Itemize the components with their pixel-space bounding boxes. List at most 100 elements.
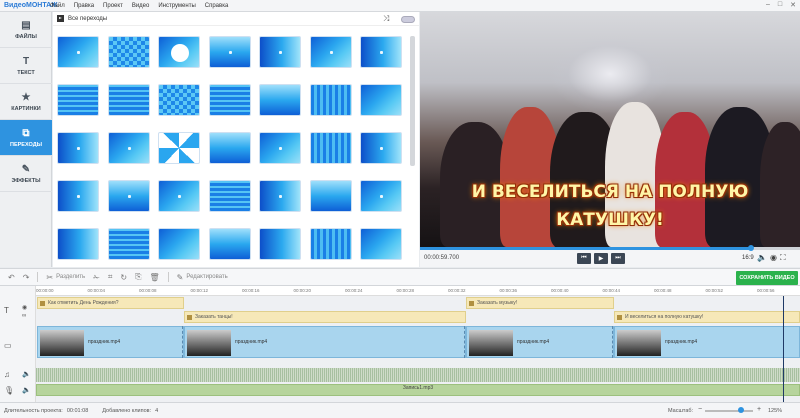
save-video-button[interactable]: СОХРАНИТЬ ВИДЕО <box>736 271 798 285</box>
transition-thumb[interactable] <box>360 228 402 260</box>
video-clip[interactable]: праздник.mp4 <box>466 326 614 358</box>
transition-marker[interactable] <box>464 326 474 358</box>
undo-icon[interactable]: ↶ <box>8 273 15 282</box>
transition-thumb[interactable] <box>259 228 301 260</box>
redo-icon[interactable]: ↷ <box>23 273 30 282</box>
shuffle-icon[interactable]: ⤨ <box>383 14 389 24</box>
transition-thumb[interactable] <box>208 180 251 212</box>
previous-button[interactable]: ⏮ <box>577 253 591 264</box>
category-play-icon[interactable] <box>57 15 64 22</box>
view-toggle[interactable] <box>401 16 415 23</box>
transition-thumb[interactable] <box>208 132 251 164</box>
sidebar-item-pictures[interactable]: ★ КАРТИНКИ <box>0 84 52 120</box>
next-button[interactable]: ⏭ <box>611 253 625 264</box>
volume-icon[interactable]: 🔈 <box>757 253 767 263</box>
fullscreen-icon[interactable]: ⛶ <box>780 253 786 263</box>
transition-thumb[interactable] <box>360 84 402 116</box>
player-controls: 00:00:59.700 ⏮ ▶ ⏭ 16:9 🔈 ◉ ⛶ <box>420 245 800 267</box>
transition-thumb[interactable] <box>107 228 150 260</box>
transition-thumb[interactable] <box>360 36 402 68</box>
transition-thumb[interactable] <box>158 228 200 260</box>
transition-thumb[interactable] <box>57 180 99 212</box>
panel-header: Все переходы <box>53 12 419 26</box>
zoom-slider-handle[interactable] <box>738 407 744 413</box>
menu-video[interactable]: Видео <box>132 3 150 9</box>
transition-thumb[interactable] <box>309 36 352 68</box>
status-bar: Длительность проекта: 00:01:08 Добавлено… <box>0 402 800 418</box>
cut-icon[interactable]: ✁ <box>93 273 100 282</box>
maximize-icon[interactable]: □ <box>778 1 782 9</box>
copy-icon[interactable]: ⎘ <box>135 272 141 282</box>
sidebar-item-files[interactable]: ▤ ФАЙЛЫ <box>0 12 52 48</box>
panel-scrollbar[interactable] <box>410 36 415 166</box>
transition-thumb[interactable] <box>158 84 200 116</box>
edit-button[interactable]: Редактировать <box>186 274 227 280</box>
title-clip[interactable]: Как отметить День Рождения? <box>37 297 184 309</box>
zoom-out-icon[interactable]: − <box>698 406 702 413</box>
transition-thumb[interactable] <box>57 36 99 68</box>
transition-marker[interactable] <box>182 326 192 358</box>
menu-edit[interactable]: Правка <box>74 3 94 9</box>
title-clip[interactable]: Заказать музыку! <box>466 297 614 309</box>
timeline-ruler[interactable]: 00:00:00 00:00:04 00:00:08 00:00:12 00:00:16… <box>36 286 800 296</box>
sidebar-item-transitions[interactable]: ⧉ ПЕРЕХОДЫ <box>0 120 52 156</box>
playback-progress[interactable] <box>420 245 800 251</box>
video-clip[interactable]: праздник.mp4 <box>184 326 466 358</box>
menu-file[interactable]: Файл <box>50 3 65 9</box>
transition-thumb[interactable] <box>107 84 150 116</box>
rotate-icon[interactable]: ↻ <box>120 273 127 282</box>
transition-thumb[interactable] <box>158 180 200 212</box>
title-clip[interactable]: И веселиться на полную катушку! <box>614 311 800 323</box>
menu-help[interactable]: Справка <box>205 3 229 9</box>
playhead[interactable] <box>783 296 784 402</box>
transition-thumb[interactable] <box>259 36 301 68</box>
transition-thumb[interactable] <box>107 132 150 164</box>
transition-thumb[interactable] <box>107 36 150 68</box>
link-icon[interactable]: ∞ <box>22 313 26 319</box>
transition-thumb[interactable] <box>259 132 301 164</box>
sidebar-item-text[interactable]: T ТЕКСТ <box>0 48 52 84</box>
close-icon[interactable]: ✕ <box>790 1 796 9</box>
zoom-slider[interactable] <box>705 410 753 412</box>
transition-marker[interactable] <box>612 326 622 358</box>
snapshot-icon[interactable]: ◉ <box>770 253 777 263</box>
transition-thumb[interactable] <box>208 228 251 260</box>
track-volume-icon[interactable]: 🔈 <box>22 386 31 394</box>
edit-icon[interactable]: ✎ <box>177 273 184 282</box>
video-clip[interactable]: праздник.mp4 <box>37 326 184 358</box>
transition-thumb[interactable] <box>309 84 352 116</box>
split-icon[interactable]: ✂ <box>46 273 53 282</box>
delete-icon[interactable]: 🗑 <box>150 273 160 282</box>
play-button[interactable]: ▶ <box>594 253 608 264</box>
sidebar-item-effects[interactable]: ✎ ЭФФЕКТЫ <box>0 156 52 192</box>
transition-thumb[interactable] <box>259 84 301 116</box>
progress-handle[interactable] <box>747 245 754 251</box>
transition-thumb[interactable] <box>158 36 200 68</box>
transition-thumb[interactable] <box>57 228 99 260</box>
transition-thumb[interactable] <box>208 36 251 68</box>
crop-icon[interactable]: ⌗ <box>108 272 113 282</box>
transition-thumb[interactable] <box>57 84 99 116</box>
menu-project[interactable]: Проект <box>103 3 123 9</box>
transition-thumb[interactable] <box>309 228 352 260</box>
video-audio-track[interactable] <box>36 368 800 382</box>
transition-thumb[interactable] <box>360 132 402 164</box>
minimize-icon[interactable]: – <box>766 1 770 9</box>
visibility-icon[interactable]: ◉ <box>22 304 27 311</box>
transition-thumb[interactable] <box>309 180 352 212</box>
transition-thumb[interactable] <box>57 132 99 164</box>
menu-tools[interactable]: Инструменты <box>158 3 195 9</box>
split-button[interactable]: Разделить <box>56 274 85 280</box>
track-volume-icon[interactable]: 🔈 <box>22 370 31 378</box>
title-clip[interactable]: Заказать танцы! <box>184 311 466 323</box>
transition-thumb[interactable] <box>360 180 402 212</box>
transition-thumb[interactable] <box>259 180 301 212</box>
aspect-ratio-select[interactable]: 16:9 <box>742 255 754 261</box>
video-clip[interactable]: праздник.mp4 <box>614 326 800 358</box>
video-preview: И ВЕСЕЛИТЬСЯ НА ПОЛНУЮ КАТУШКУ! <box>420 12 800 247</box>
transition-thumb[interactable] <box>107 180 150 212</box>
transition-thumb[interactable] <box>309 132 352 164</box>
transition-thumb[interactable] <box>158 132 200 164</box>
transition-thumb[interactable] <box>208 84 251 116</box>
zoom-in-icon[interactable]: + <box>757 406 761 413</box>
